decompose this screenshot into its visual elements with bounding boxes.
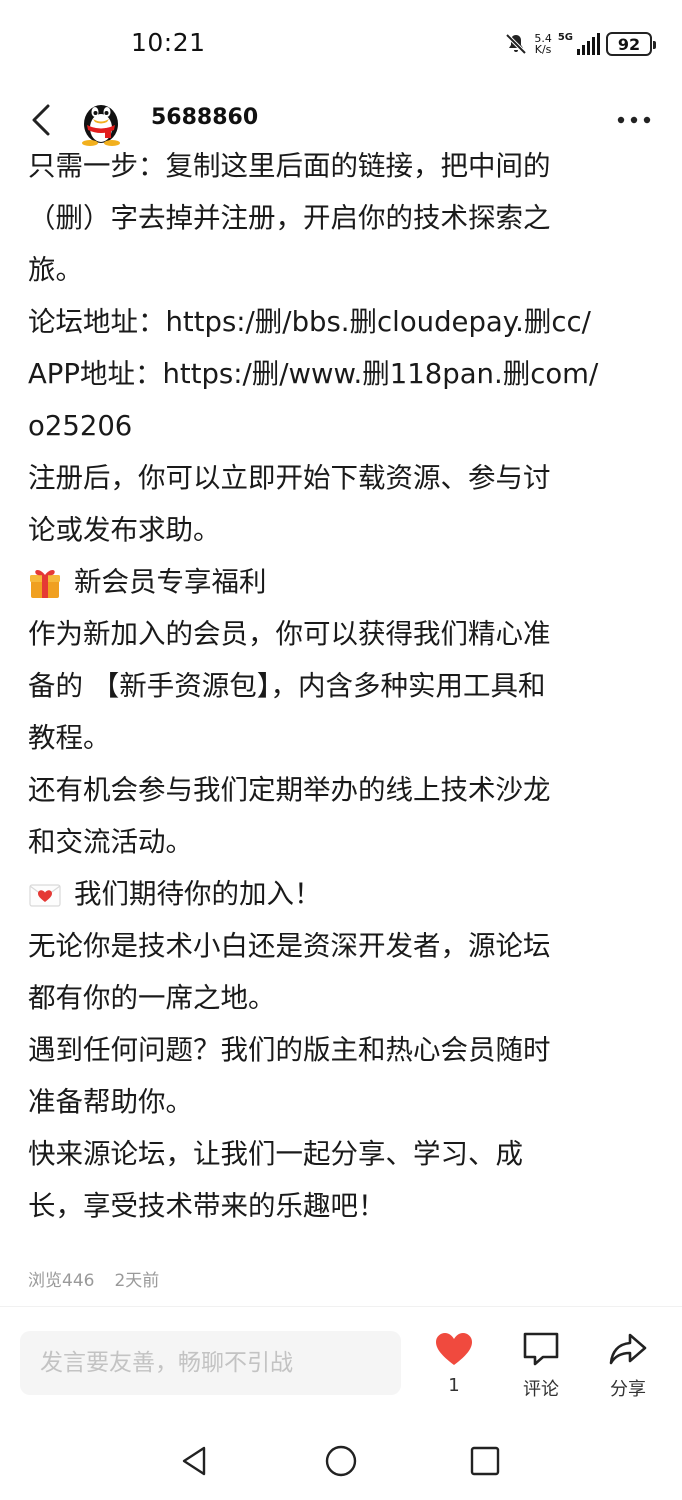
post-line-text: 都有你的一席之地。 xyxy=(28,982,276,1014)
post-line: 长，享受技术带来的乐趣吧！ xyxy=(28,1180,668,1232)
system-nav-bar xyxy=(0,1416,682,1500)
post-line: 注册后，你可以立即开始下载资源、参与讨 xyxy=(28,452,668,504)
comment-icon xyxy=(523,1332,559,1366)
post-line: APP地址：https:/删/www.删118pan.删com/ xyxy=(28,348,668,400)
post-line: 作为新加入的会员，你可以获得我们精心准 xyxy=(28,608,668,660)
heart-icon xyxy=(436,1333,472,1365)
post-line: 都有你的一席之地。 xyxy=(28,972,668,1024)
post-line: 无论你是技术小白还是资深开发者，源论坛 xyxy=(28,920,668,972)
post-line: 论或发布求助。 xyxy=(28,504,668,556)
post-line: 只需一步：复制这里后面的链接，把中间的 xyxy=(28,146,668,192)
view-count: 浏览446 xyxy=(28,1271,95,1291)
bottom-action-bar: 1 评论 分享 xyxy=(0,1306,682,1416)
post-line-text: 我们期待你的加入！ xyxy=(74,878,322,910)
post-line: 快来源论坛，让我们一起分享、学习、成 xyxy=(28,1128,668,1180)
post-line: （删）字去掉并注册，开启你的技术探索之 xyxy=(28,192,668,244)
share-label: 分享 xyxy=(610,1379,646,1400)
post-line: 准备帮助你。 xyxy=(28,1076,668,1128)
post-line-text: 备的 【新手资源包】，内含多种实用工具和 xyxy=(28,670,546,702)
signal-icon: 5G xyxy=(558,33,600,55)
post-line-text: 长，享受技术带来的乐趣吧！ xyxy=(28,1190,386,1222)
share-button[interactable]: 分享 xyxy=(593,1331,663,1401)
post-line: 备的 【新手资源包】，内含多种实用工具和 xyxy=(28,660,668,712)
post-line-text: 论坛地址：https:/删/bbs.删cloudepay.删cc/ xyxy=(28,306,591,338)
comment-button[interactable]: 评论 xyxy=(506,1331,576,1401)
nav-back-icon[interactable] xyxy=(178,1444,212,1478)
status-icons: 5.4 K/s 5G 92 xyxy=(504,28,656,60)
chevron-left-icon[interactable] xyxy=(28,102,54,138)
mute-bell-icon xyxy=(505,33,527,55)
post-line-text: 和交流活动。 xyxy=(28,826,193,858)
post-line-text: 快来源论坛，让我们一起分享、学习、成 xyxy=(28,1138,523,1170)
post-body: 只需一步：复制这里后面的链接，把中间的 （删）字去掉并注册，开启你的技术探索之 旅。… xyxy=(28,146,668,1232)
post-line-text: o25206 xyxy=(28,410,133,442)
gift-icon xyxy=(28,565,62,599)
avatar[interactable] xyxy=(78,94,124,146)
post-line-text: （删）字去掉并注册，开启你的技术探索之 xyxy=(28,202,551,234)
post-line-text: 旅。 xyxy=(28,254,83,286)
post-line-text: 教程。 xyxy=(28,722,111,754)
status-bar: 10:21 5.4 K/s 5G 92 xyxy=(0,0,682,88)
post-line-text: 还有机会参与我们定期举办的线上技术沙龙 xyxy=(28,774,551,806)
post-line-text: 论或发布求助。 xyxy=(28,514,221,546)
post-line-text: 注册后，你可以立即开始下载资源、参与讨 xyxy=(28,462,551,494)
post-line: 教程。 xyxy=(28,712,668,764)
like-button[interactable]: 1 xyxy=(419,1331,489,1396)
post-line-text: 准备帮助你。 xyxy=(28,1086,193,1118)
like-count: 1 xyxy=(448,1375,460,1396)
status-time: 10:21 xyxy=(131,28,206,57)
share-icon xyxy=(609,1333,647,1365)
post-line-text: 只需一步：复制这里后面的链接，把中间的 xyxy=(28,150,551,182)
love-letter-icon xyxy=(28,877,62,911)
username[interactable]: 5688860 xyxy=(151,105,258,130)
comment-label: 评论 xyxy=(523,1379,559,1400)
post-line: 旅。 xyxy=(28,244,668,296)
post-time: 2天前 xyxy=(114,1271,160,1291)
post-line: 遇到任何问题？我们的版主和热心会员随时 xyxy=(28,1024,668,1076)
more-dots-icon[interactable] xyxy=(616,110,652,130)
post-line: 我们期待你的加入！ xyxy=(28,868,668,920)
post-line-text: 无论你是技术小白还是资深开发者，源论坛 xyxy=(28,930,551,962)
post-line-text: 遇到任何问题？我们的版主和热心会员随时 xyxy=(28,1034,551,1066)
post-line: 和交流活动。 xyxy=(28,816,668,868)
nav-home-icon[interactable] xyxy=(324,1444,358,1478)
post-line-text: 新会员专享福利 xyxy=(74,566,267,598)
post-line-text: 作为新加入的会员，你可以获得我们精心准 xyxy=(28,618,551,650)
post-meta: 浏览446 2天前 xyxy=(28,1266,159,1291)
post-header: 5688860 xyxy=(0,88,682,152)
post-content: 只需一步：复制这里后面的链接，把中间的 （删）字去掉并注册，开启你的技术探索之 旅。… xyxy=(0,146,682,1306)
post-line: 论坛地址：https:/删/bbs.删cloudepay.删cc/ xyxy=(28,296,668,348)
net-speed: 5.4 K/s xyxy=(534,33,552,55)
nav-recent-apps-icon[interactable] xyxy=(468,1444,502,1478)
net-speed-unit: K/s xyxy=(534,43,552,56)
comment-input[interactable] xyxy=(20,1331,401,1395)
battery-icon: 92 xyxy=(606,32,656,56)
network-type: 5G xyxy=(557,32,573,43)
post-line: o25206 xyxy=(28,400,668,452)
post-line: 新会员专享福利 xyxy=(28,556,668,608)
battery-level: 92 xyxy=(617,34,641,54)
post-line-text: APP地址：https:/删/www.删118pan.删com/ xyxy=(28,358,599,390)
post-line: 还有机会参与我们定期举办的线上技术沙龙 xyxy=(28,764,668,816)
